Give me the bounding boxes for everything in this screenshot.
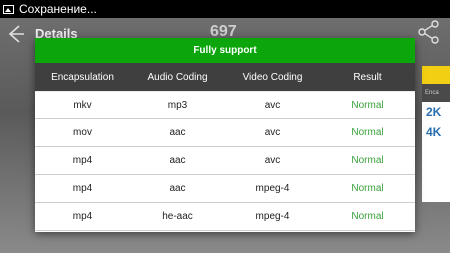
table-header: Encapsulation Audio Coding Video Coding …	[35, 63, 415, 91]
cell-result: Normal	[351, 183, 384, 194]
cell-video-coding: avc	[264, 99, 281, 111]
cell-result: Normal	[351, 99, 384, 111]
table-row: mp4 aac mpeg-4 Normal	[35, 175, 415, 203]
cell-encapsulation: mkv	[73, 99, 92, 111]
dialog-title: Fully support	[35, 38, 415, 63]
side-card-header	[422, 66, 450, 84]
cell-video-coding: mpeg-4	[255, 211, 290, 222]
support-dialog: Fully support Encapsulation Audio Coding…	[35, 38, 415, 232]
image-icon	[3, 4, 14, 14]
cell-audio-coding: aac	[169, 155, 186, 166]
column-header-video-coding: Video Coding	[242, 71, 303, 83]
cell-audio-coding: he-aac	[162, 211, 193, 222]
table-row: mkv mp3 avc Normal	[35, 91, 415, 119]
side-card: Enca 2K 4K	[422, 66, 450, 202]
column-header-encapsulation: Encapsulation	[51, 71, 114, 83]
cell-encapsulation: mp4	[72, 211, 93, 222]
cell-audio-coding: aac	[169, 183, 186, 194]
share-icon[interactable]	[417, 20, 441, 44]
cell-audio-coding: mp3	[167, 99, 188, 111]
side-card-tag: 2K	[426, 105, 442, 119]
back-arrow-icon[interactable]	[5, 24, 25, 44]
table-row: mp4 aac avc Normal	[35, 147, 415, 175]
cell-result: Normal	[351, 211, 384, 222]
cell-video-coding: avc	[264, 155, 281, 166]
side-card-column: Enca	[422, 84, 450, 102]
status-bar: Сохранение...	[0, 0, 450, 18]
cell-video-coding: avc	[264, 127, 281, 138]
column-header-result: Result	[353, 71, 382, 83]
cell-encapsulation: mp4	[72, 183, 93, 194]
cell-audio-coding: aac	[169, 127, 186, 138]
table-row: mov aac avc Normal	[35, 119, 415, 147]
cell-encapsulation: mp4	[72, 155, 93, 166]
cell-result: Normal	[351, 155, 384, 166]
column-header-audio-coding: Audio Coding	[147, 71, 208, 83]
side-card-tag: 4K	[426, 125, 442, 139]
cell-video-coding: mpeg-4	[255, 183, 290, 194]
status-text: Сохранение...	[19, 2, 97, 16]
cell-result: Normal	[351, 127, 384, 138]
table-row: mp4 he-aac mpeg-4 Normal	[35, 203, 415, 231]
cell-encapsulation: mov	[73, 127, 92, 138]
